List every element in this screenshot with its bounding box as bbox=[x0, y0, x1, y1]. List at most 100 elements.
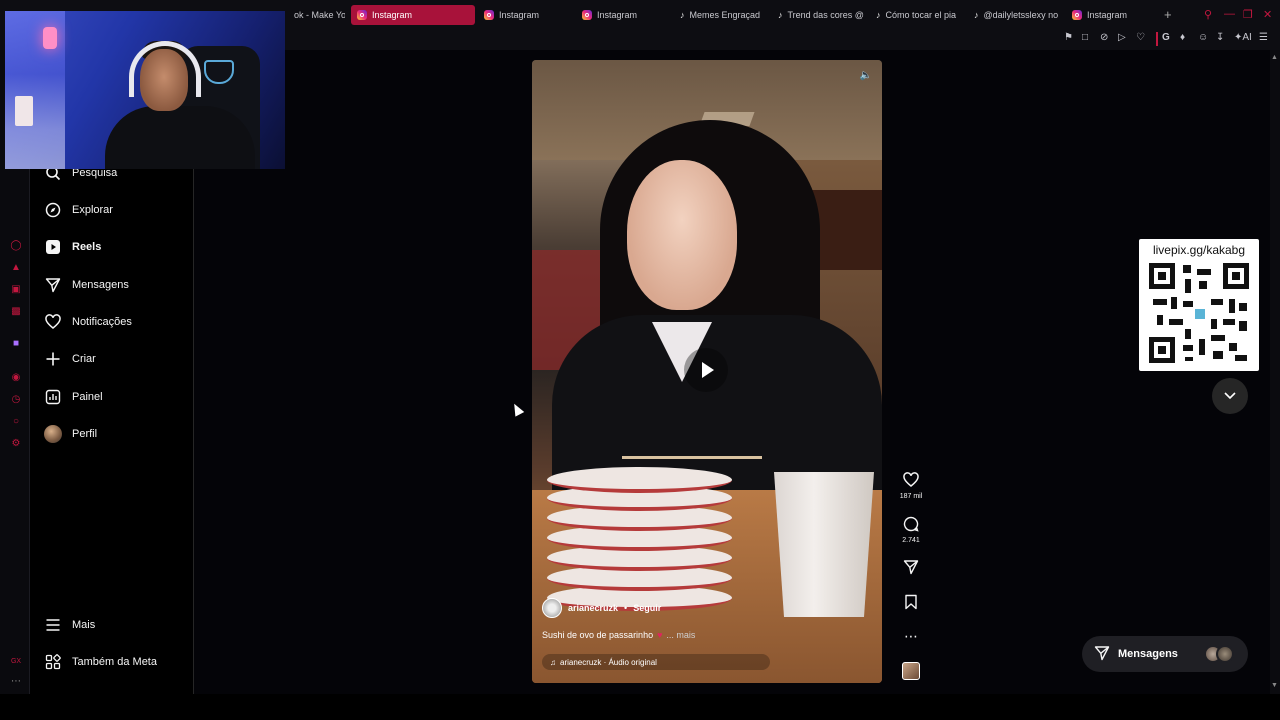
browser-tab[interactable]: Instagram bbox=[1066, 5, 1158, 25]
play-button[interactable] bbox=[684, 348, 728, 392]
reel-author: arianecruzk • Seguir bbox=[542, 598, 661, 618]
avatar bbox=[1216, 645, 1234, 663]
tab-title: @dailyletsslexy no bbox=[983, 10, 1059, 20]
author-name[interactable]: arianecruzk bbox=[568, 603, 618, 613]
scroll-up-icon[interactable]: ▲ bbox=[1271, 54, 1278, 61]
next-reel-button[interactable] bbox=[1212, 378, 1248, 414]
bookmark-icon bbox=[896, 594, 926, 613]
reel-video[interactable]: 🔈 arianecruzk • Seguir Sushi de ovo de p… bbox=[532, 60, 882, 683]
nav-item-perfil[interactable]: Perfil bbox=[44, 425, 97, 443]
grammarly-icon[interactable]: G bbox=[1162, 32, 1170, 43]
nav-item-mensagens[interactable]: Mensagens bbox=[44, 276, 129, 294]
volume-icon[interactable]: 🔈 bbox=[858, 68, 874, 84]
close-icon[interactable]: ✕ bbox=[1263, 8, 1272, 21]
browser-tab[interactable]: ok - Make You bbox=[283, 5, 345, 25]
chart-icon bbox=[44, 388, 62, 406]
browser-tab[interactable]: ♪ Trend das cores @ bbox=[772, 5, 864, 25]
new-tab-button[interactable]: + bbox=[1164, 7, 1172, 22]
tiktok-icon: ♪ bbox=[876, 10, 881, 20]
play-icon[interactable]: ▷ bbox=[1118, 32, 1126, 43]
nav-item-reels[interactable]: Reels bbox=[44, 238, 101, 256]
comment-button[interactable]: 2.741 bbox=[896, 516, 926, 544]
reels-icon bbox=[44, 238, 62, 256]
messenger-icon[interactable]: ○ bbox=[10, 416, 22, 428]
block-icon[interactable]: ⊘ bbox=[1100, 32, 1108, 43]
instagram-icon bbox=[484, 10, 494, 20]
tiktok-icon: ♪ bbox=[680, 10, 685, 20]
heart-icon[interactable]: ♡ bbox=[1136, 32, 1145, 43]
audio-label: arianecruzk · Áudio original bbox=[560, 657, 657, 667]
maximize-icon[interactable]: ❐ bbox=[1243, 8, 1253, 21]
nav-item-criar[interactable]: Criar bbox=[44, 350, 96, 368]
tab-title: ok - Make You bbox=[294, 10, 345, 20]
meta-grid-icon bbox=[44, 653, 62, 671]
music-icon: ♫ bbox=[550, 657, 556, 667]
caption-text: Sushi de ovo de passarinho bbox=[542, 630, 654, 640]
nav-item-painel[interactable]: Painel bbox=[44, 388, 103, 406]
tab-title: Cómo tocar el pia bbox=[885, 10, 957, 20]
messages-pill[interactable]: Mensagens bbox=[1082, 636, 1248, 672]
bottom-bar bbox=[0, 694, 1280, 720]
settings-icon[interactable]: ⚙ bbox=[10, 438, 22, 450]
menu-icon[interactable]: ☰ bbox=[1259, 32, 1268, 43]
like-button[interactable]: 187 mil bbox=[896, 472, 926, 500]
tab-title: Instagram bbox=[372, 10, 413, 20]
author-avatar[interactable] bbox=[542, 598, 562, 618]
send-icon bbox=[44, 276, 62, 294]
browser-tab[interactable]: ♪ Cómo tocar el pia bbox=[870, 5, 962, 25]
download-icon[interactable]: ↧ bbox=[1216, 32, 1224, 43]
chevron-down-icon bbox=[1223, 388, 1237, 405]
browser-tab-active[interactable]: Instagram bbox=[351, 5, 475, 25]
twitch-icon[interactable]: ■ bbox=[10, 338, 22, 350]
browser-tab[interactable]: Instagram bbox=[478, 5, 574, 25]
nav-label: Explorar bbox=[72, 204, 113, 216]
instagram-icon bbox=[357, 10, 367, 20]
tab-title: Memes Engraçad bbox=[689, 10, 761, 20]
nav-item-notificacoes[interactable]: Notificações bbox=[44, 313, 132, 331]
nav-item-tambem-da-meta[interactable]: Também da Meta bbox=[44, 653, 157, 671]
caption-emoji: ♥ bbox=[657, 630, 663, 640]
follow-button[interactable]: Seguir bbox=[633, 603, 661, 613]
extensions-icon[interactable]: ♦ bbox=[1180, 32, 1185, 43]
separator: • bbox=[624, 603, 628, 613]
gx-store-icon[interactable]: ▣ bbox=[10, 284, 22, 296]
share-button[interactable] bbox=[896, 559, 926, 578]
divider bbox=[1156, 32, 1158, 46]
gx-media-icon[interactable]: ▩ bbox=[10, 306, 22, 318]
snapshot-icon[interactable]: □ bbox=[1082, 32, 1088, 43]
minimize-icon[interactable]: — bbox=[1224, 8, 1235, 20]
browser-tab[interactable]: ♪ Memes Engraçad bbox=[674, 5, 766, 25]
gx-corner-icon[interactable]: ▲ bbox=[10, 262, 22, 274]
audio-thumbnail[interactable] bbox=[896, 662, 926, 680]
tiktok-icon: ♪ bbox=[974, 10, 979, 20]
gx-control-icon[interactable]: ◯ bbox=[10, 240, 22, 252]
ai-button[interactable]: ✦AI bbox=[1234, 32, 1252, 43]
search-tabs-icon[interactable]: ⚲ bbox=[1204, 8, 1212, 21]
nav-item-mais[interactable]: Mais bbox=[44, 616, 95, 634]
save-button[interactable] bbox=[896, 594, 926, 613]
messages-label: Mensagens bbox=[1118, 648, 1178, 660]
history-icon[interactable]: ◷ bbox=[10, 394, 22, 406]
scrollbar[interactable]: ▲ ▼ bbox=[1270, 50, 1280, 694]
plate-stack bbox=[547, 465, 732, 620]
menu-icon bbox=[44, 616, 62, 634]
more-options-button[interactable]: ⋯ bbox=[896, 628, 926, 644]
message-avatars bbox=[1204, 645, 1236, 663]
more-options-icon[interactable]: ⋯ bbox=[10, 676, 22, 688]
more-link[interactable]: ... mais bbox=[666, 630, 695, 640]
heart-icon bbox=[896, 472, 926, 491]
instagram-icon bbox=[1072, 10, 1082, 20]
qr-code-image bbox=[1149, 263, 1249, 363]
browser-tab[interactable]: Instagram bbox=[576, 5, 672, 25]
profile-icon[interactable]: ☺ bbox=[1198, 32, 1208, 43]
qr-label: livepix.gg/kakabg bbox=[1152, 243, 1246, 257]
pin-icon[interactable]: ⚑ bbox=[1064, 32, 1073, 43]
browser-tab[interactable]: ♪ @dailyletsslexy no bbox=[968, 5, 1060, 25]
comment-icon bbox=[896, 516, 926, 535]
audio-pill[interactable]: ♫ arianecruzk · Áudio original bbox=[542, 654, 770, 670]
compass-icon bbox=[44, 201, 62, 219]
player-icon[interactable]: ◉ bbox=[10, 372, 22, 384]
nav-label: Criar bbox=[72, 353, 96, 365]
scroll-down-icon[interactable]: ▼ bbox=[1271, 682, 1278, 689]
nav-item-explorar[interactable]: Explorar bbox=[44, 201, 113, 219]
